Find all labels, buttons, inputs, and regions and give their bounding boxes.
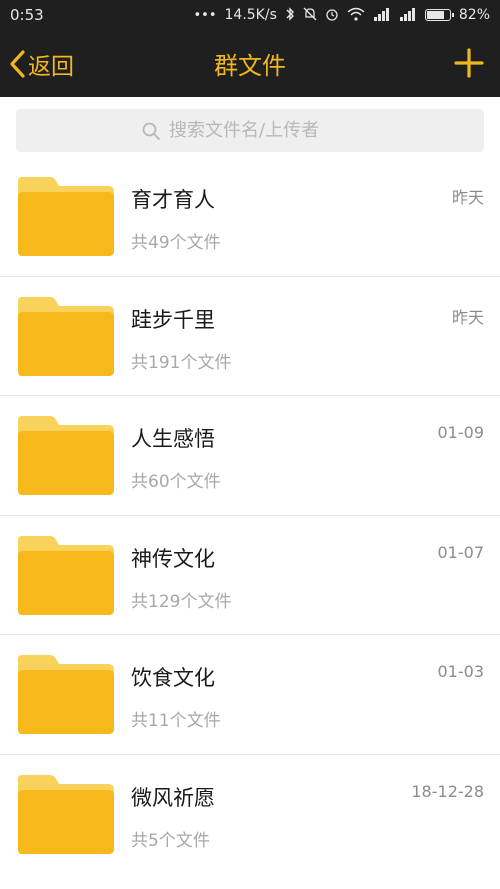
folder-date: 昨天 — [451, 307, 484, 327]
page-title: 群文件 — [214, 52, 286, 80]
bluetooth-icon — [285, 6, 295, 24]
folder-date: 01-07 — [437, 542, 485, 562]
signal-icon-1 — [373, 7, 391, 24]
status-time: 0:53 — [10, 6, 44, 24]
chevron-left-icon — [10, 49, 25, 78]
folder-file-count: 共129个文件 — [131, 591, 232, 612]
folder-row[interactable]: 饮食文化 共11个文件 01-03 — [0, 635, 500, 755]
folder-date: 01-09 — [437, 423, 485, 442]
nav-bar: 返回 群文件 — [0, 30, 500, 97]
folder-row[interactable]: 微风祈愿 共5个文件 18-12-28 — [0, 755, 500, 875]
folder-list: 育才育人 共49个文件 昨天 跬步千里 共191个文件 昨天 人生感悟 共60个… — [0, 157, 500, 874]
folder-icon — [18, 774, 114, 854]
folder-file-count: 共5个文件 — [131, 830, 210, 851]
folder-file-count: 共60个文件 — [131, 472, 221, 492]
plus-icon[interactable] — [454, 48, 484, 78]
folder-date: 01-03 — [437, 662, 485, 681]
wifi-icon — [347, 7, 365, 24]
folder-icon — [18, 416, 114, 495]
search-input[interactable] — [169, 120, 359, 141]
search-icon — [142, 122, 160, 140]
search-box[interactable] — [16, 109, 484, 152]
network-speed: 14.5K/s — [224, 7, 277, 23]
battery-percent: 82% — [458, 7, 490, 23]
back-label: 返回 — [28, 53, 74, 80]
folder-date: 昨天 — [451, 188, 484, 207]
status-indicators: ••• 14.5K/s 82% — [193, 6, 490, 24]
folder-name: 神传文化 — [131, 546, 215, 571]
folder-icon — [18, 296, 114, 376]
folder-name: 人生感悟 — [131, 427, 215, 451]
folder-name: 跬步千里 — [131, 307, 215, 332]
folder-name: 微风祈愿 — [131, 785, 215, 810]
signal-icon-2 — [399, 7, 417, 24]
folder-row[interactable]: 神传文化 共129个文件 01-07 — [0, 516, 500, 635]
folder-row[interactable]: 跬步千里 共191个文件 昨天 — [0, 277, 500, 396]
folder-file-count: 共11个文件 — [131, 711, 221, 731]
battery-icon — [424, 9, 454, 21]
folder-name: 饮食文化 — [131, 666, 215, 690]
folder-date: 18-12-28 — [411, 781, 484, 801]
folder-file-count: 共49个文件 — [131, 233, 221, 253]
alarm-icon — [325, 7, 339, 24]
back-button[interactable]: 返回 — [8, 30, 74, 97]
folder-icon — [18, 655, 114, 734]
folder-name: 育才育人 — [131, 188, 215, 212]
folder-icon — [18, 535, 114, 615]
folder-icon — [18, 177, 114, 256]
folder-row[interactable]: 育才育人 共49个文件 昨天 — [0, 157, 500, 277]
folder-file-count: 共191个文件 — [131, 352, 232, 373]
status-bar: 0:53 ••• 14.5K/s 82% — [0, 0, 500, 30]
folder-row[interactable]: 人生感悟 共60个文件 01-09 — [0, 396, 500, 516]
more-dots-icon: ••• — [193, 7, 217, 23]
mute-bell-icon — [303, 7, 317, 24]
